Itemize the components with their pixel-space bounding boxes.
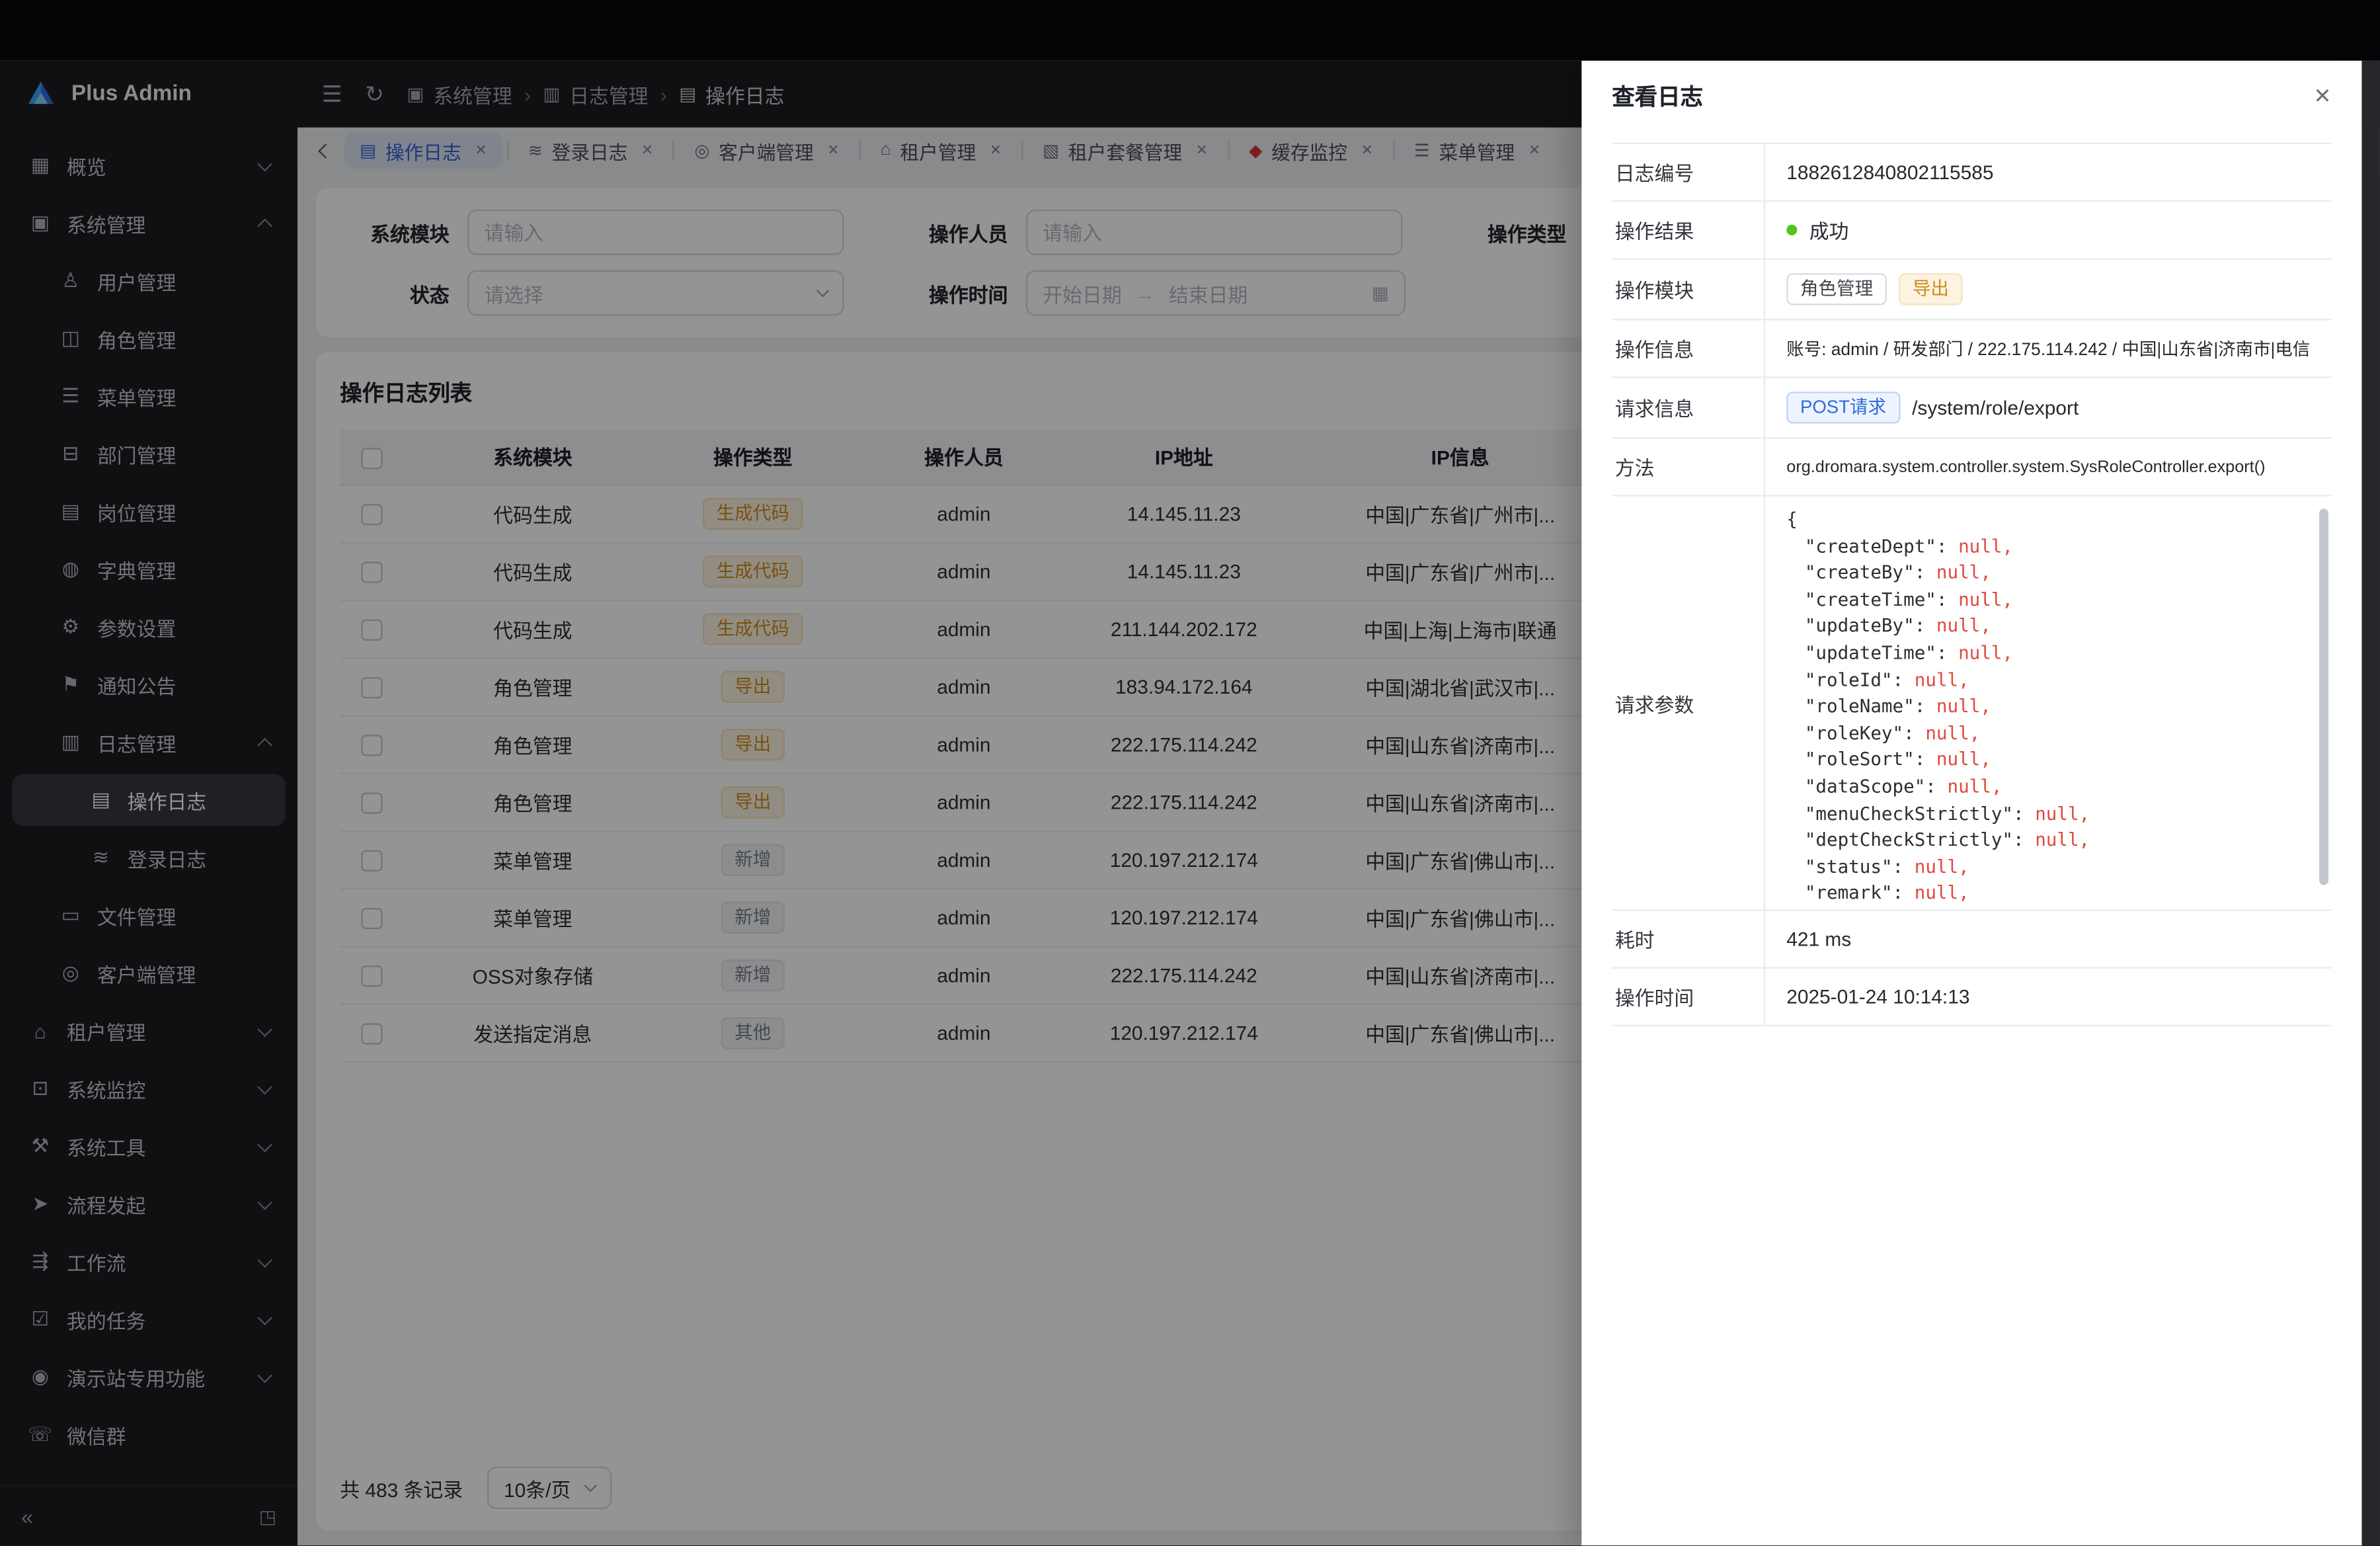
duration-value: 421 ms xyxy=(1786,928,1851,950)
field-request: 请求信息 POST请求 /system/role/export xyxy=(1612,378,2331,439)
request-path-value: /system/role/export xyxy=(1912,396,2079,419)
action-tag: 导出 xyxy=(1899,273,1962,305)
operation-info-value: 账号: admin / 研发部门 / 222.175.114.242 / 中国|… xyxy=(1786,337,2310,361)
screen: Plus Admin ▦ 概览 ▣ 系统管理 ♙ 用户管理 ◫ xyxy=(0,0,2380,1545)
result-value: 成功 xyxy=(1809,216,1849,245)
log-id-value: 1882612840802115585 xyxy=(1786,161,1993,183)
close-icon[interactable]: ✕ xyxy=(2314,83,2332,108)
field-method: 方法 org.dromara.system.controller.system.… xyxy=(1612,439,2331,497)
code-scrollbar-thumb[interactable] xyxy=(2319,509,2328,885)
drawer-title: 查看日志 xyxy=(1612,80,1703,112)
field-duration: 耗时 421 ms xyxy=(1612,911,2331,969)
post-method-tag: POST请求 xyxy=(1786,391,1899,423)
log-detail-table: 日志编号 1882612840802115585 操作结果 成功 操作模块 角色… xyxy=(1612,143,2331,1026)
view-log-drawer: 查看日志 ✕ 日志编号 1882612840802115585 操作结果 成功 … xyxy=(1581,61,2361,1545)
method-value: org.dromara.system.controller.system.Sys… xyxy=(1786,458,2265,476)
success-status-dot xyxy=(1786,225,1797,235)
module-tag: 角色管理 xyxy=(1786,273,1887,305)
request-params-code: { "createDept": null, "createBy": null, … xyxy=(1764,497,2332,909)
field-module: 操作模块 角色管理 导出 xyxy=(1612,260,2331,321)
drawer-header: 查看日志 ✕ xyxy=(1581,61,2361,131)
field-info: 操作信息 账号: admin / 研发部门 / 222.175.114.242 … xyxy=(1612,320,2331,378)
field-result: 操作结果 成功 xyxy=(1612,202,2331,259)
drawer-body: 日志编号 1882612840802115585 操作结果 成功 操作模块 角色… xyxy=(1581,130,2361,1545)
field-time: 操作时间 2025-01-24 10:14:13 xyxy=(1612,969,2331,1026)
field-log-id: 日志编号 1882612840802115585 xyxy=(1612,144,2331,202)
operation-time-value: 2025-01-24 10:14:13 xyxy=(1786,985,1969,1008)
field-params: 请求参数 { "createDept": null, "createBy": n… xyxy=(1612,497,2331,911)
page-scrollbar-gutter xyxy=(2361,61,2380,1545)
